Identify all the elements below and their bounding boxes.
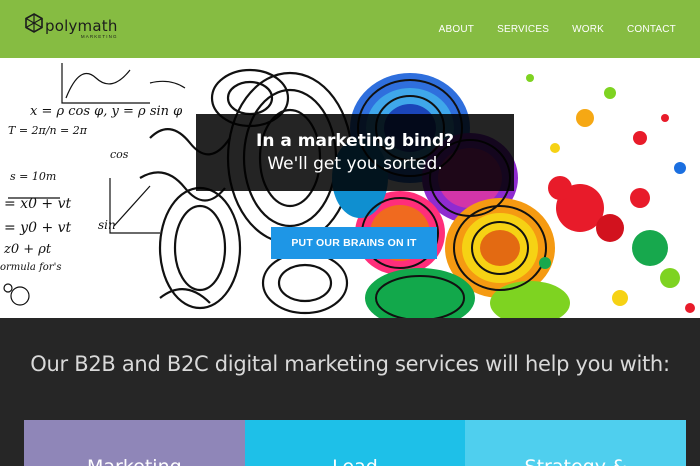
- nav-about[interactable]: ABOUT: [439, 24, 474, 35]
- math-scribble: x = ρ cos φ, y = ρ sin φ: [30, 104, 183, 119]
- logo[interactable]: polymath MARKETING: [24, 13, 118, 40]
- cta-button[interactable]: PUT OUR BRAINS ON IT: [271, 227, 437, 259]
- hero-subtitle: We'll get you sorted.: [267, 153, 443, 174]
- main-nav: ABOUT SERVICES WORK CONTACT: [439, 24, 676, 35]
- service-card-marketing[interactable]: Marketing: [24, 420, 245, 466]
- nav-work[interactable]: WORK: [572, 24, 604, 35]
- service-cards: Marketing Lead Strategy &: [24, 420, 687, 466]
- logo-name: polymath: [45, 16, 118, 35]
- hero-message-box: In a marketing bind? We'll get you sorte…: [196, 114, 514, 191]
- math-scribble: = y0 + vt: [4, 220, 72, 236]
- math-scribble: T = 2π/n = 2π: [8, 124, 88, 137]
- math-scribble: z0 + ρt: [4, 242, 52, 257]
- nav-contact[interactable]: CONTACT: [627, 24, 676, 35]
- math-scribble: sin: [98, 218, 116, 232]
- site-header: polymath MARKETING ABOUT SERVICES WORK C…: [0, 0, 700, 58]
- math-scribble: ormula for's: [0, 262, 62, 273]
- service-card-label: Marketing: [87, 456, 182, 466]
- math-scribble: s = 10m: [10, 170, 57, 183]
- logo-subtitle: MARKETING: [80, 33, 118, 39]
- service-card-strategy[interactable]: Strategy &: [465, 420, 687, 466]
- math-scribble: cos: [110, 148, 129, 161]
- services-heading: Our B2B and B2C digital marketing servic…: [30, 352, 670, 376]
- hero-banner: x = ρ cos φ, y = ρ sin φ T = 2π/n = 2π s…: [0, 58, 700, 318]
- service-card-label: Strategy &: [525, 456, 627, 466]
- service-card-lead[interactable]: Lead: [244, 420, 466, 466]
- hero-title: In a marketing bind?: [256, 130, 454, 151]
- polymath-logo-icon: [25, 13, 43, 33]
- services-section: Our B2B and B2C digital marketing servic…: [0, 318, 700, 466]
- nav-services[interactable]: SERVICES: [497, 24, 549, 35]
- math-scribble: = x0 + vt: [4, 196, 72, 212]
- service-card-label: Lead: [332, 456, 378, 466]
